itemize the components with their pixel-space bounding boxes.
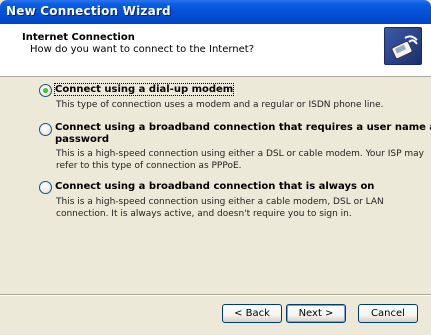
- page-title: Internet Connection: [22, 32, 135, 43]
- back-button[interactable]: < Back: [222, 304, 282, 323]
- broadband-login-description-line1: This is a high-speed connection using ei…: [56, 149, 424, 159]
- broadband-login-radio[interactable]: [39, 123, 52, 136]
- phone-connection-icon: [384, 27, 422, 65]
- dial-up-label[interactable]: Connect using a dial-up modem: [53, 83, 235, 96]
- dial-up-radio[interactable]: [39, 84, 52, 97]
- broadband-login-label-line2[interactable]: password: [55, 134, 109, 145]
- broadband-login-label-line1[interactable]: Connect using a broadband connection tha…: [55, 122, 431, 133]
- title-bar[interactable]: New Connection Wizard: [0, 0, 431, 24]
- broadband-always-on-radio[interactable]: [39, 181, 52, 194]
- broadband-always-on-description-line1: This is a high-speed connection using ei…: [56, 197, 384, 207]
- cancel-button[interactable]: Cancel: [358, 304, 418, 323]
- wizard-header: Internet Connection How do you want to c…: [0, 24, 431, 77]
- page-subtitle: How do you want to connect to the Intern…: [30, 44, 255, 55]
- window-title: New Connection Wizard: [6, 4, 171, 18]
- dial-up-description: This type of connection uses a modem and…: [56, 100, 384, 110]
- broadband-always-on-description-line2: connection. It is always active, and doe…: [56, 209, 352, 219]
- footer-divider: [0, 294, 431, 296]
- next-button[interactable]: Next >: [286, 304, 346, 323]
- broadband-login-description-line2: refer to this type of connection as PPPo…: [56, 161, 242, 171]
- broadband-always-on-label[interactable]: Connect using a broadband connection tha…: [55, 181, 374, 192]
